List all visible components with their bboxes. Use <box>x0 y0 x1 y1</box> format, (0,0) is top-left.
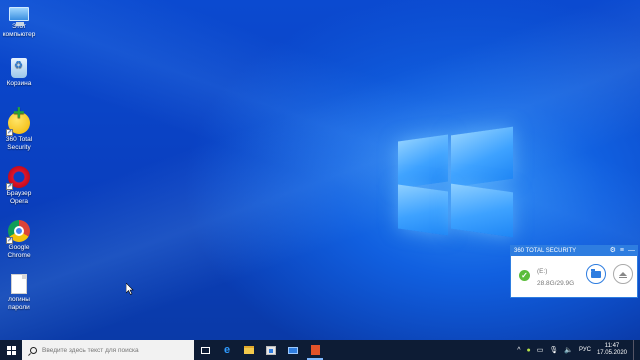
chrome-icon: ↗ <box>6 220 30 244</box>
office-icon <box>310 345 320 355</box>
opera-icon: ↗ <box>6 166 30 190</box>
360-total-security-icon: ↗ <box>6 110 30 136</box>
minimize-icon[interactable]: — <box>628 246 635 256</box>
desktop-icon-360-total-security[interactable]: ↗ 360 Total Security <box>2 110 36 151</box>
volume-icon[interactable]: 🔈 <box>564 346 573 354</box>
checkmark-icon: ✓ <box>519 270 530 281</box>
folder-icon <box>591 268 601 278</box>
desktop-icon-label: Google Chrome <box>7 244 31 259</box>
desktop-icon-label: логины пароли <box>8 296 30 311</box>
edge-icon: e <box>223 344 231 356</box>
eject-icon <box>619 272 627 278</box>
menu-icon[interactable]: ≡ <box>620 246 624 256</box>
drive-name: (E:) <box>537 268 548 275</box>
explorer-icon <box>244 346 254 354</box>
store-icon <box>266 345 276 355</box>
desktop-icon-text-file[interactable]: логины пароли <box>2 274 36 311</box>
desktop[interactable]: Этот компьютер Корзина ↗ 360 Total Secur… <box>0 0 640 340</box>
settings-icon[interactable]: ⚙ <box>610 246 616 256</box>
windows-wallpaper-logo <box>398 126 516 238</box>
mail-icon <box>288 346 298 354</box>
desktop-icon-label: Браузер Opera <box>6 190 32 205</box>
recycle-bin-icon <box>11 58 27 78</box>
system-tray: ^ ● ▭ 🎙 🔈 РУС 11:47 17.05.2020 <box>517 340 640 360</box>
desktop-icon-this-pc[interactable]: Этот компьютер <box>2 4 36 38</box>
taskbar-search[interactable] <box>22 340 194 360</box>
microphone-icon[interactable]: 🎙 <box>549 346 558 354</box>
open-folder-button[interactable] <box>586 264 606 284</box>
office-button[interactable] <box>304 340 326 360</box>
drive-size: 28.8G/29.9G <box>537 280 575 287</box>
tray-overflow-icon[interactable]: ^ <box>517 347 520 354</box>
search-input[interactable] <box>42 346 182 354</box>
text-file-icon <box>11 274 27 294</box>
language-indicator[interactable]: РУС <box>579 347 591 353</box>
edge-button[interactable]: e <box>216 340 238 360</box>
clock[interactable]: 11:47 17.05.2020 <box>597 343 627 357</box>
windows-icon <box>6 345 16 355</box>
360-tray-icon[interactable]: ● <box>526 347 530 354</box>
360-usb-widget: 360 TOTAL SECURITY ⚙ ≡ — ✓ (E:) 28.8G/29… <box>510 245 638 298</box>
desktop-icon-label: 360 Total Security <box>5 136 33 151</box>
task-view-icon <box>200 346 210 354</box>
eject-button[interactable] <box>613 264 633 284</box>
clock-date: 17.05.2020 <box>596 350 627 356</box>
network-icon[interactable]: ▭ <box>537 346 544 354</box>
store-button[interactable] <box>260 340 282 360</box>
explorer-button[interactable] <box>238 340 260 360</box>
desktop-icon-chrome[interactable]: ↗ Google Chrome <box>2 220 36 259</box>
search-icon <box>30 346 37 354</box>
computer-icon <box>9 7 29 26</box>
widget-title: 360 TOTAL SECURITY <box>514 248 577 254</box>
clock-time: 11:47 <box>604 343 620 349</box>
desktop-icon-label: Корзина <box>6 80 32 87</box>
start-button[interactable] <box>0 340 22 360</box>
desktop-icon-opera[interactable]: ↗ Браузер Opera <box>2 166 36 205</box>
widget-header: 360 TOTAL SECURITY ⚙ ≡ — <box>511 246 637 256</box>
mail-button[interactable] <box>282 340 304 360</box>
show-desktop-button[interactable] <box>633 340 636 360</box>
mouse-cursor-icon <box>126 283 134 295</box>
desktop-icon-recycle-bin[interactable]: Корзина <box>2 58 36 88</box>
taskbar: e ^ ● ▭ 🎙 🔈 РУС 11:47 17.05.2020 <box>0 340 640 360</box>
task-view-button[interactable] <box>194 340 216 360</box>
